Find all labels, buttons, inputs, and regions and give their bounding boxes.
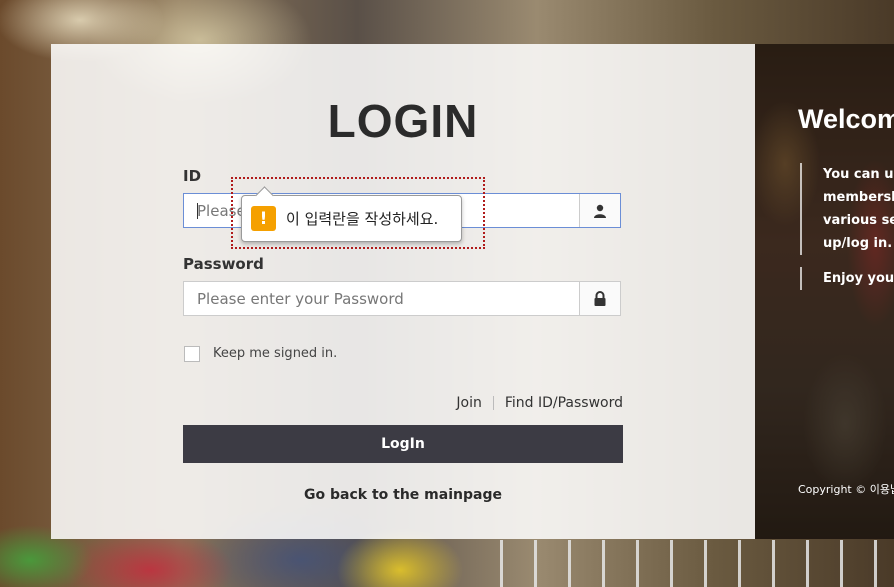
copyright-text: Copyright © 이용납 <box>798 483 894 496</box>
validation-tooltip: ! 이 입력란을 작성하세요. <box>241 195 462 242</box>
welcome-line: Enjoy your <box>823 271 894 286</box>
find-id-password-link[interactable]: Find ID/Password <box>505 395 623 411</box>
login-button[interactable]: LogIn <box>183 425 623 463</box>
welcome-item-enjoy: Enjoy your <box>800 267 894 290</box>
password-input[interactable] <box>184 282 582 315</box>
password-field-wrapper <box>183 281 621 316</box>
keep-signed-in-label: Keep me signed in. <box>213 346 338 361</box>
link-divider <box>492 396 494 410</box>
login-card: LOGIN ID Password Keep me signed in. Joi… <box>51 44 755 539</box>
account-links: Join Find ID/Password <box>456 395 623 411</box>
keep-signed-in-checkbox[interactable] <box>184 346 200 362</box>
password-label: Password <box>183 255 264 273</box>
welcome-line: various ser <box>823 213 894 228</box>
user-icon <box>579 194 620 227</box>
join-link[interactable]: Join <box>456 395 481 411</box>
validation-message: 이 입력란을 작성하세요. <box>286 210 439 228</box>
page-title: LOGIN <box>327 95 479 147</box>
welcome-description: You can us membersh various ser up/log i… <box>800 163 894 290</box>
id-label: ID <box>183 167 202 185</box>
lock-icon <box>579 282 620 315</box>
back-to-main-link[interactable]: Go back to the mainpage <box>51 487 755 503</box>
background-cart <box>500 540 894 587</box>
text-caret <box>197 203 198 219</box>
welcome-line: You can us <box>823 167 894 182</box>
welcome-title: Welcom <box>798 104 894 134</box>
warning-icon: ! <box>251 206 276 231</box>
welcome-item-membership: You can us membersh various ser up/log i… <box>800 163 894 255</box>
welcome-line: membersh <box>823 190 894 205</box>
welcome-line: up/log in. <box>823 236 893 251</box>
